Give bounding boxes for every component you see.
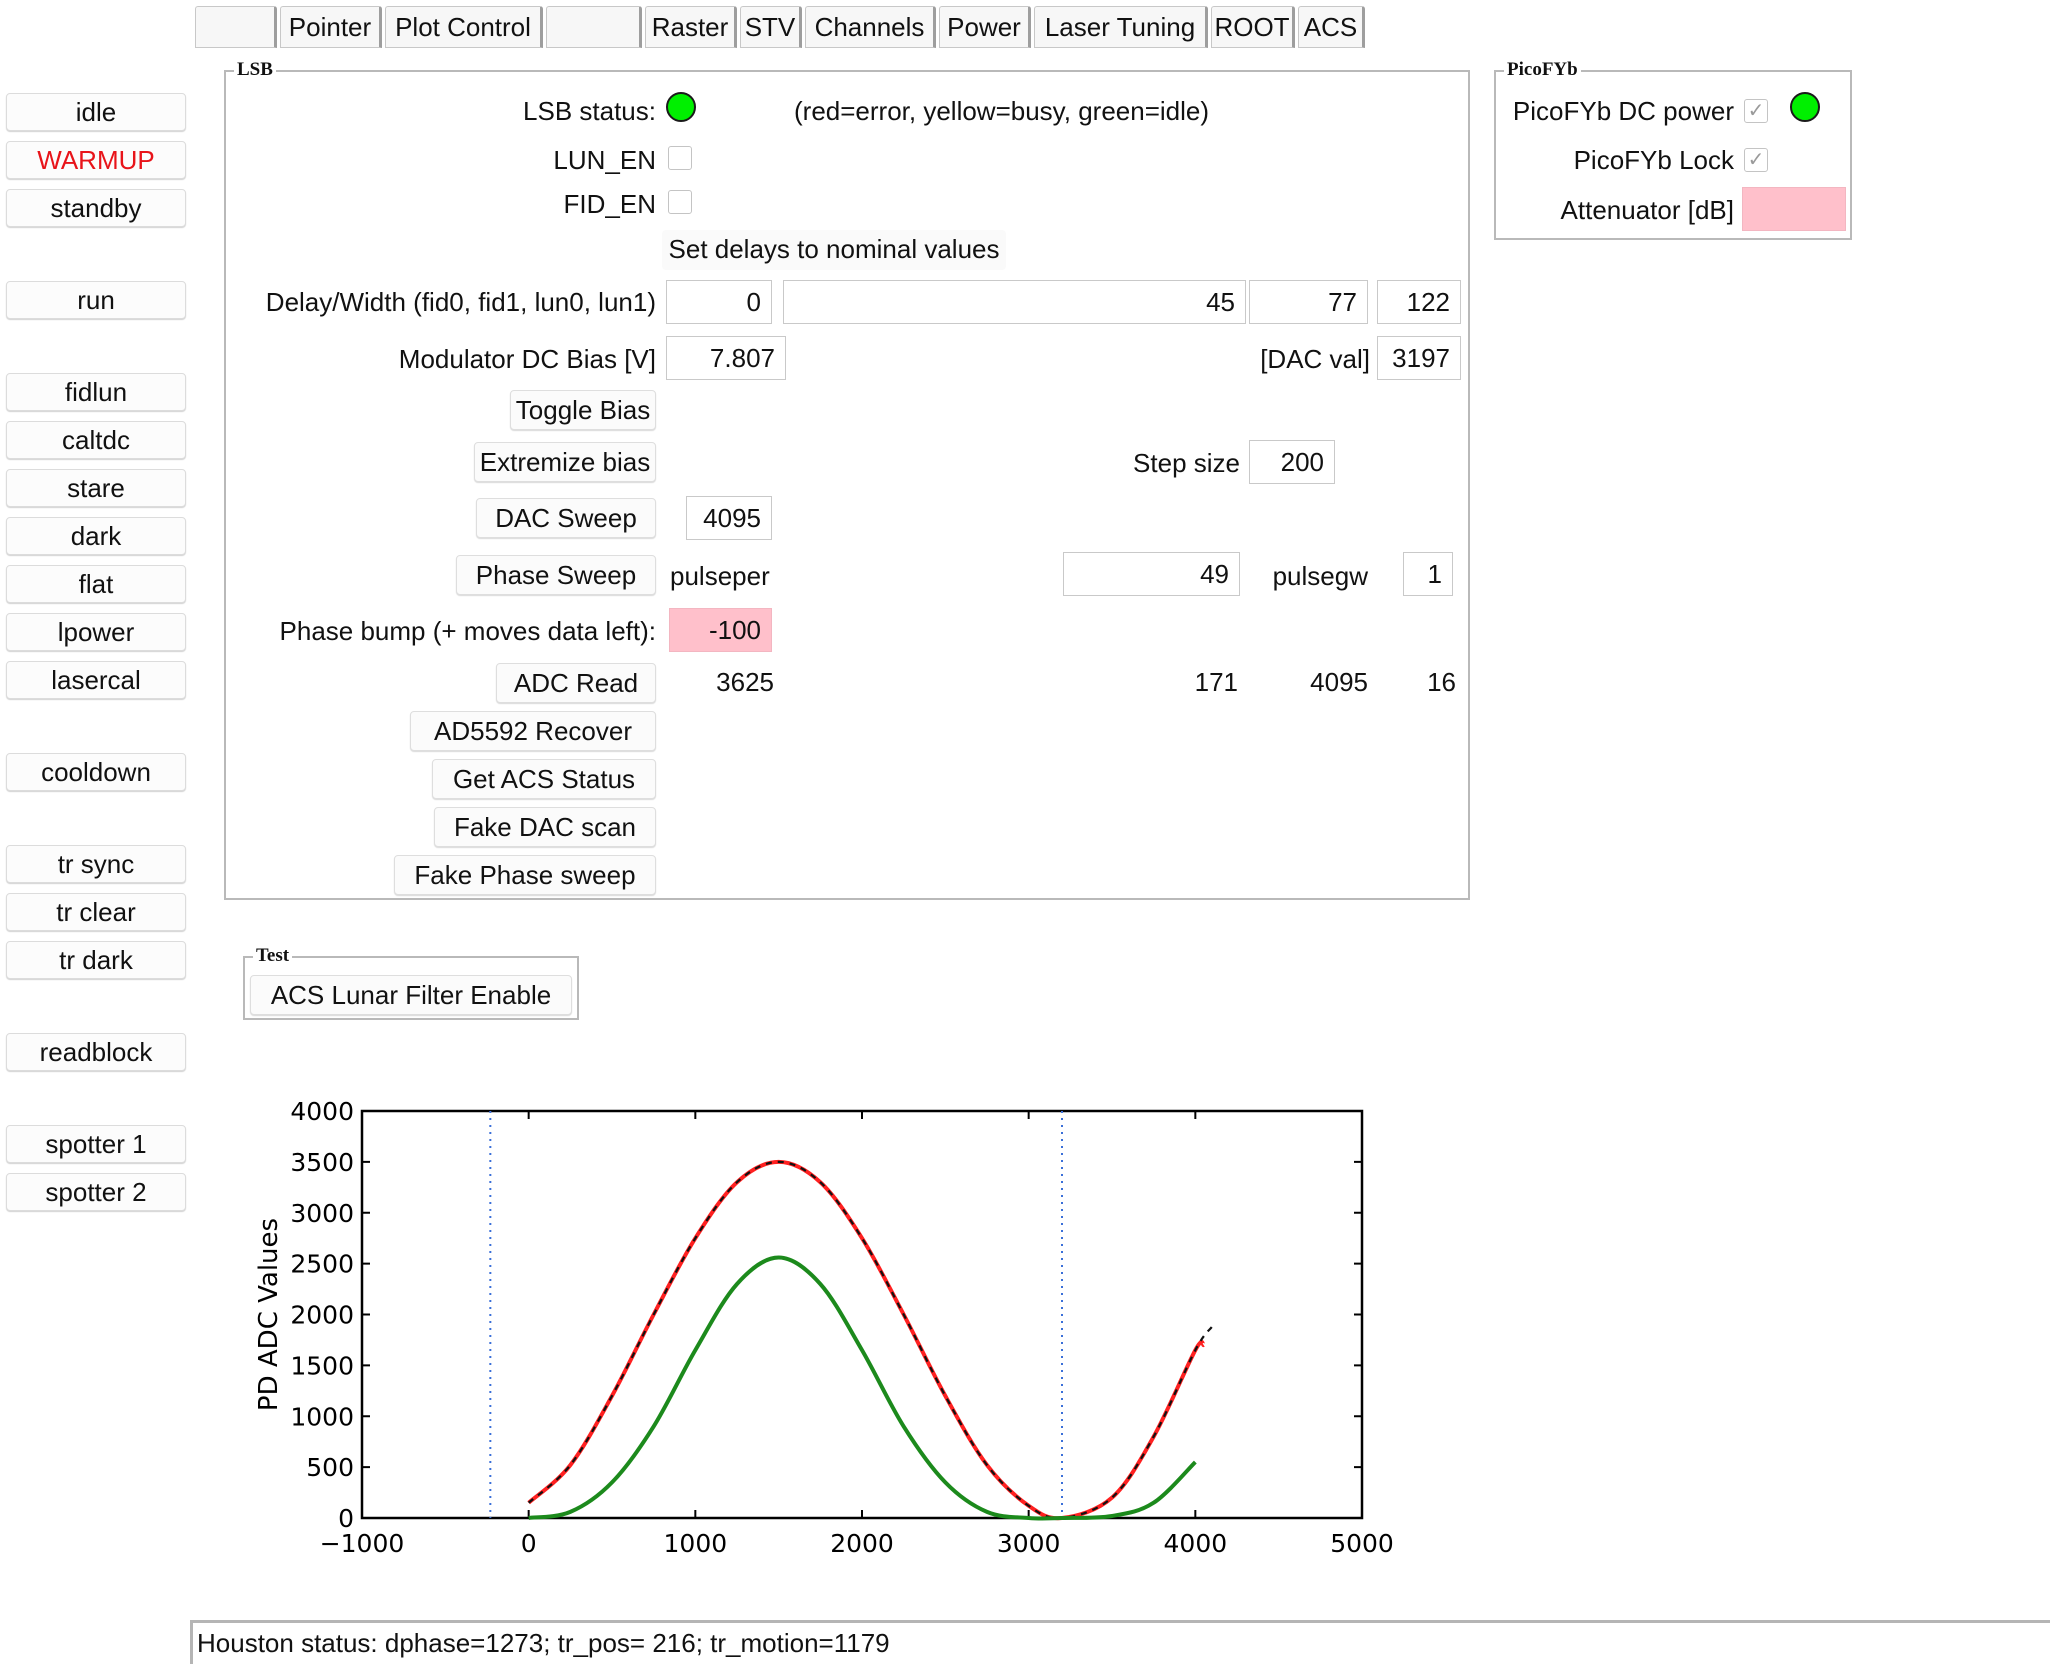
y-tick-label: 3000 [290, 1199, 354, 1228]
x-tick-label: 4000 [1164, 1529, 1228, 1558]
y-axis-label: PD ADC Values [254, 1218, 284, 1411]
y-tick-label: 500 [306, 1453, 354, 1482]
pd-adc-chart: −1000 0 1000 2000 3000 4000 500005001000150020… [254, 1097, 1394, 1558]
y-tick-label: 1500 [290, 1351, 354, 1380]
x-tick-label: −1000 [320, 1529, 405, 1558]
y-tick-label: 2000 [290, 1301, 354, 1330]
y-tick-label: 1000 [290, 1402, 354, 1431]
x-tick-label: 5000 [1330, 1529, 1394, 1558]
x-tick-label: 1000 [664, 1529, 728, 1558]
y-tick-label: 2500 [290, 1250, 354, 1279]
y-tick-label: 0 [338, 1504, 354, 1533]
houston-status-bar: Houston status: dphase=1273; tr_pos= 216… [190, 1620, 2050, 1664]
x-tick-label: 2000 [830, 1529, 894, 1558]
x-tick-label: 0 [521, 1529, 537, 1558]
y-tick-label: 3500 [290, 1148, 354, 1177]
x-tick-label: 3000 [997, 1529, 1061, 1558]
y-tick-label: 4000 [290, 1097, 354, 1126]
chart-plot-frame [360, 1109, 1364, 1520]
